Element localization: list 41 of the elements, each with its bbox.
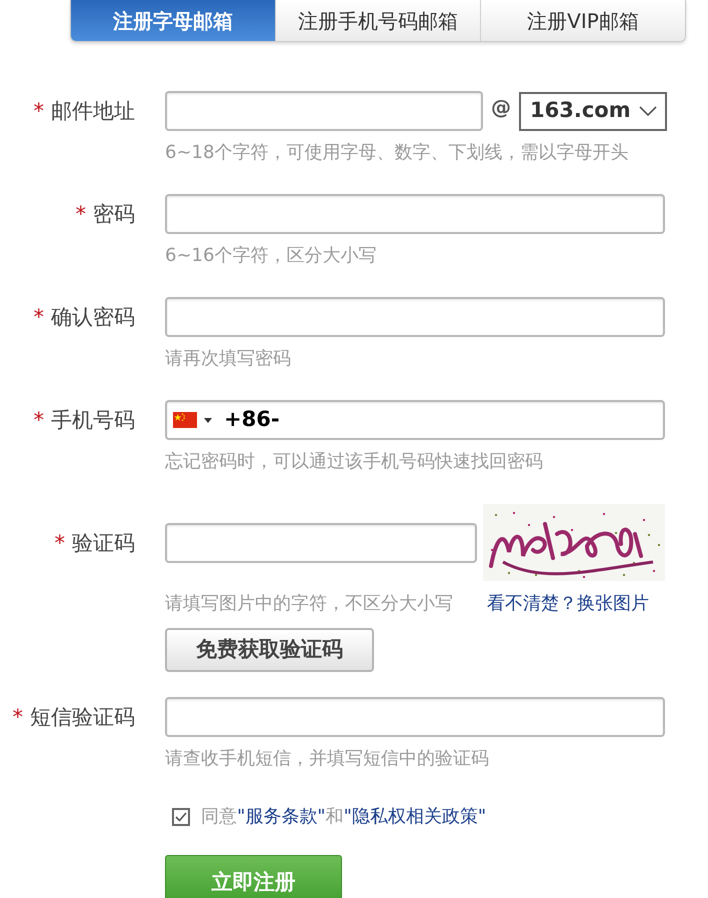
field-label: 短信验证码	[30, 704, 135, 731]
field-hint: 忘记密码时，可以通过该手机号码快速找回密码	[165, 451, 544, 473]
email-input[interactable]	[165, 91, 483, 131]
tab[interactable]: 注册手机号码邮箱	[275, 0, 480, 41]
field-hint: 请查收手机短信，并填写短信中的验证码	[165, 748, 490, 770]
field-hint: 6~16个字符，区分大小写	[165, 245, 378, 267]
required-mark: *	[34, 98, 44, 125]
field-label: 密码	[93, 201, 135, 228]
field-label: 邮件地址	[51, 98, 135, 125]
phone-input-field[interactable]: +86-	[165, 400, 665, 440]
check-icon	[175, 812, 187, 822]
chevron-down-icon	[639, 106, 657, 116]
captcha-input[interactable]	[165, 522, 477, 562]
required-mark: *	[76, 201, 86, 228]
required-mark: *	[54, 530, 65, 556]
field-label: 验证码	[72, 530, 135, 556]
agree-checkbox[interactable]	[172, 808, 190, 826]
at-sign: @	[491, 94, 511, 121]
code-input[interactable]	[165, 697, 665, 737]
password-input[interactable]	[165, 194, 665, 234]
country-code: +86-	[224, 406, 280, 434]
policy-link[interactable]: "隐私权相关政策"	[344, 806, 486, 827]
captcha-image[interactable]	[483, 504, 665, 581]
field-hint: 请填写图片中的字符，不区分大小写	[165, 593, 454, 615]
agreement-text: 同意"服务条款"和"隐私权相关政策"	[201, 806, 486, 828]
field-label: 手机号码	[51, 407, 135, 434]
field-hint: 6~18个字符，可使用字母、数字、下划线，需以字母开头	[165, 142, 630, 164]
required-mark: *	[34, 304, 44, 331]
field-hint: 请再次填写密码	[165, 348, 292, 370]
get-code-button[interactable]: 免费获取验证码	[165, 628, 374, 672]
required-mark: *	[34, 407, 44, 434]
password-input[interactable]	[165, 297, 665, 337]
refresh-captcha-link[interactable]: 看不清楚？换张图片	[487, 593, 649, 615]
policy-link[interactable]: "服务条款"	[237, 806, 326, 827]
caret-down-icon[interactable]	[204, 418, 212, 422]
domain-select[interactable]: 163.com	[519, 92, 667, 130]
tab[interactable]: 注册字母邮箱	[71, 0, 275, 41]
tab[interactable]: 注册VIP邮箱	[480, 0, 685, 41]
field-label: 确认密码	[51, 304, 135, 331]
required-mark: *	[12, 704, 23, 731]
flag-icon[interactable]	[173, 412, 197, 428]
